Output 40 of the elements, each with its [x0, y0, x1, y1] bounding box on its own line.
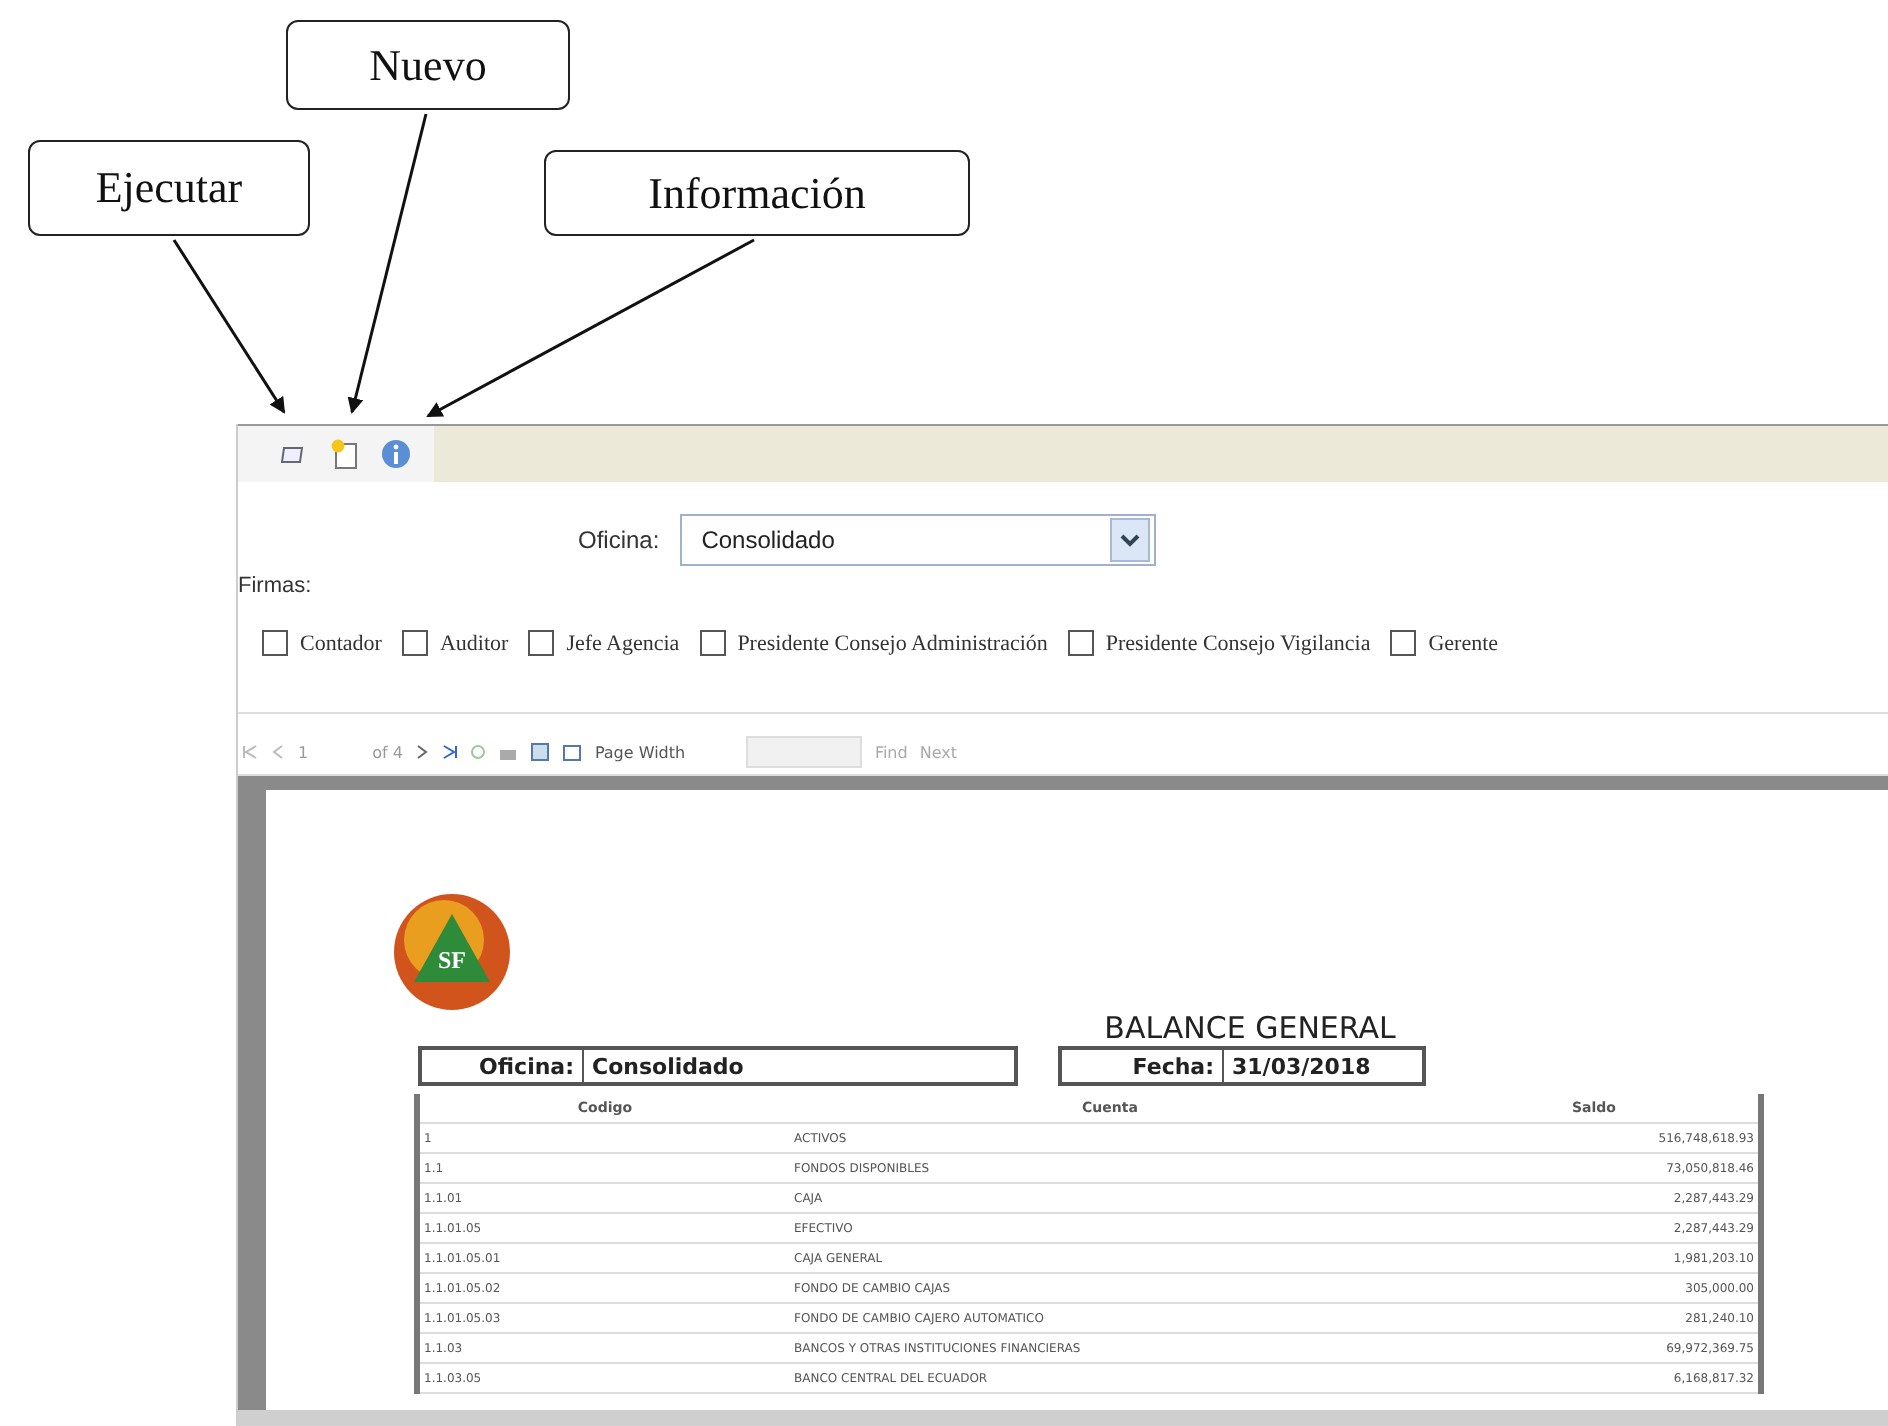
callout: Información — [544, 150, 970, 236]
signature-checkbox[interactable]: Contador — [262, 630, 382, 656]
checkbox-label: Presidente Consejo Administración — [737, 631, 1048, 655]
signatures-label: Firmas: — [238, 572, 314, 598]
page-layout-icon[interactable] — [530, 742, 551, 762]
signature-checkbox[interactable]: Presidente Consejo Administración — [699, 630, 1048, 656]
signature-checkbox[interactable]: Jefe Agencia — [528, 630, 680, 656]
zoom-select[interactable]: Page Width — [594, 743, 735, 761]
last-page-icon[interactable] — [442, 744, 459, 760]
signature-checkbox[interactable]: Gerente — [1390, 630, 1499, 656]
signature-checkbox[interactable]: Presidente Consejo Vigilancia — [1067, 630, 1371, 656]
horizontal-scrollbar[interactable] — [238, 1410, 1888, 1426]
export-icon[interactable] — [562, 743, 583, 761]
checkbox-label: Auditor — [439, 631, 509, 655]
checkbox[interactable] — [1390, 630, 1417, 656]
office-label: Oficina: — [578, 526, 660, 554]
checkbox-label: Presidente Consejo Vigilancia — [1105, 631, 1371, 655]
checkbox[interactable] — [528, 630, 555, 656]
checkbox[interactable] — [1067, 630, 1094, 656]
checkbox-label: Jefe Agencia — [566, 631, 680, 655]
checkbox-label: Gerente — [1428, 631, 1499, 655]
new-document-icon[interactable] — [326, 436, 362, 472]
page-count: of 4 — [372, 743, 403, 761]
office-field: Oficina: Consolidado — [418, 1046, 1018, 1086]
logo-icon: SF — [390, 890, 514, 1014]
caret-icon — [1109, 518, 1150, 562]
callout: Ejecutar — [28, 140, 310, 236]
page-number: 1 — [298, 743, 309, 761]
signature-checkbox[interactable]: Auditor — [401, 630, 509, 656]
next-page-icon[interactable] — [414, 744, 431, 760]
find-field[interactable] — [746, 736, 863, 768]
checkbox[interactable] — [262, 630, 288, 656]
checkbox[interactable] — [699, 630, 726, 656]
checkbox[interactable] — [401, 630, 428, 656]
callout: Nuevo — [286, 20, 570, 110]
report-title: BALANCE GENERAL — [1102, 1010, 1398, 1046]
date-field: Fecha: 31/03/2018 — [1058, 1046, 1426, 1086]
checkbox-label: Contador — [300, 631, 382, 655]
info-icon[interactable] — [378, 436, 414, 472]
office-select[interactable]: Consolidado — [679, 514, 1156, 566]
